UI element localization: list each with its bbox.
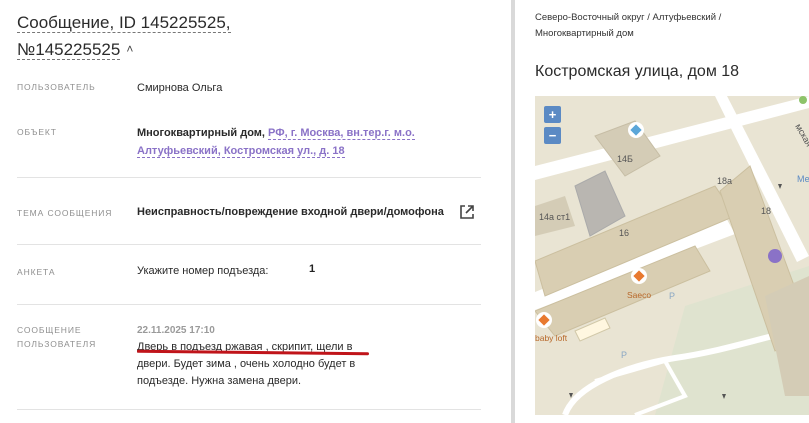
parking-label: P (621, 350, 627, 360)
external-link-icon[interactable] (458, 203, 476, 221)
divider (17, 244, 481, 245)
topic-value: Неисправность/повреждение входной двери/… (137, 206, 444, 218)
metro-label: Ме (797, 174, 809, 184)
map-view[interactable]: 14Б 14а ст1 16 18а 18 Saeco baby loft P … (535, 96, 809, 415)
saeco-poi-icon[interactable] (631, 268, 647, 284)
building-label: 14а ст1 (539, 212, 570, 222)
address-title: Костромская улица, дом 18 (535, 63, 740, 80)
chevron-up-icon[interactable]: ˄ (126, 36, 133, 62)
diamond-poi-icon[interactable] (628, 122, 644, 138)
user-label: ПОЛЬЗОВАТЕЛЬ (17, 82, 96, 92)
user-value: Смирнова Ольга (137, 82, 223, 94)
survey-question: Укажите номер подъезда: (137, 265, 269, 277)
message-title-text: Сообщение, ID 145225525, №145225525 (17, 13, 231, 60)
location-marker-icon[interactable] (768, 249, 782, 263)
topic-label: ТЕМА СООБЩЕНИЯ (17, 208, 113, 218)
survey-label: АНКЕТА (17, 267, 56, 277)
object-label: ОБЪЕКТ (17, 127, 57, 137)
user-message-label: СООБЩЕНИЕ ПОЛЬЗОВАТЕЛЯ (17, 325, 97, 349)
babyloft-poi-icon[interactable] (536, 312, 552, 328)
parking-label: P (669, 291, 675, 301)
divider (17, 409, 481, 410)
message-title[interactable]: Сообщение, ID 145225525, №145225525 ˄ (17, 10, 297, 63)
zoom-in-button[interactable]: + (544, 106, 561, 123)
divider (17, 304, 481, 305)
building-label: 16 (619, 228, 629, 238)
object-value: Многоквартирный дом, РФ, г. Москва, вн.т… (137, 124, 437, 160)
poi-label: baby loft (535, 333, 568, 343)
poi-label: Saeco (627, 290, 651, 300)
message-panel: Сообщение, ID 145225525, №145225525 ˄ ПОЛ… (0, 0, 510, 423)
zoom-out-button[interactable]: − (544, 127, 561, 144)
building-label: 18а (717, 176, 732, 186)
building-label: 18 (761, 206, 771, 216)
survey-answer: 1 (309, 263, 316, 275)
object-type: Многоквартирный дом, (137, 127, 265, 139)
divider (17, 177, 481, 178)
location-panel: Северо-Восточный округ / Алтуфьевский / … (515, 0, 809, 423)
message-text: Дверь в подъезд ржавая , скрипит, щели в… (137, 341, 356, 387)
message-date: 22.11.2025 17:10 (137, 325, 215, 336)
park-icon (799, 96, 807, 104)
breadcrumb: Северо-Восточный округ / Алтуфьевский / … (535, 12, 722, 39)
building-label: 14Б (617, 154, 633, 164)
map-canvas[interactable]: 14Б 14а ст1 16 18а 18 Saeco baby loft P … (535, 96, 809, 415)
